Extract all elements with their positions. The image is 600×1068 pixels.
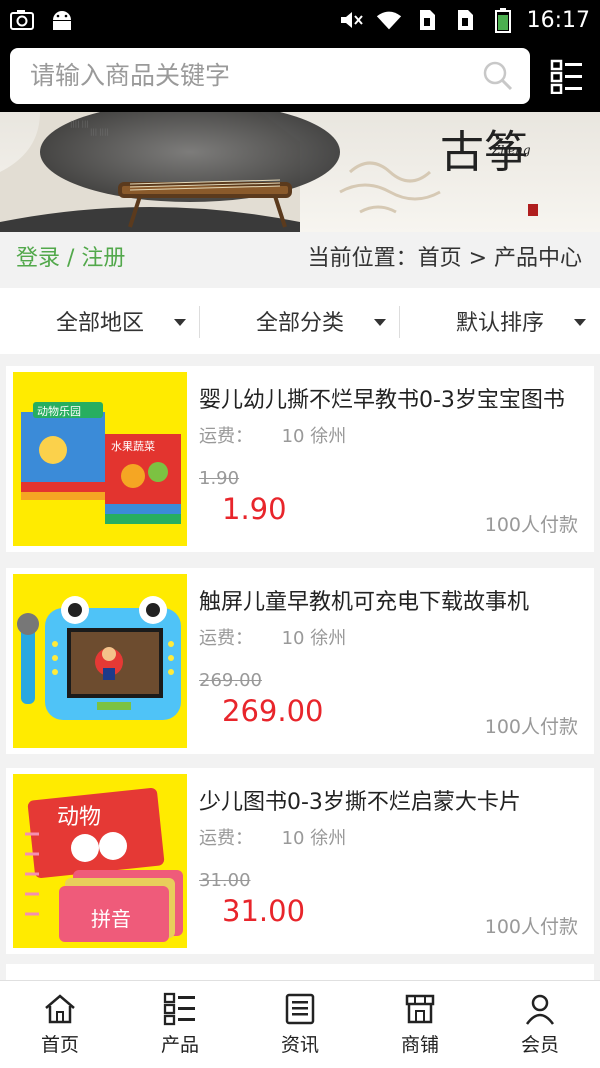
tab-member-label: 会员 bbox=[520, 1034, 559, 1056]
hero-banner[interactable]: |||| ||| ||| |||| 古筝 Zheng bbox=[0, 112, 600, 232]
tab-products[interactable]: 产品 bbox=[120, 981, 240, 1068]
chevron-down-icon bbox=[174, 319, 186, 326]
filter-region-label: 全部地区 bbox=[55, 311, 144, 336]
battery-icon bbox=[489, 6, 517, 34]
search-box[interactable]: 请输入商品关键字 bbox=[10, 48, 530, 104]
sold-count: 100人付款 bbox=[484, 716, 578, 738]
status-bar: 16:17 bbox=[0, 0, 600, 42]
price: 269.00 bbox=[222, 694, 324, 728]
shipping-info: 运费： 10 徐州 bbox=[199, 824, 346, 850]
filter-bar: 全部地区 全部分类 默认排序 bbox=[0, 288, 600, 354]
product-image[interactable]: 动物 拼音 bbox=[13, 774, 187, 948]
sold-count: 100人付款 bbox=[484, 514, 578, 536]
shipping-info: 运费： 10 徐州 bbox=[199, 422, 346, 448]
product-card[interactable]: 触屏儿童早教机可充电下载故事机 运费： 10 徐州 269.00 269.00 … bbox=[6, 568, 594, 754]
product-image-text: 动物乐园 bbox=[37, 404, 81, 418]
city: 徐州 bbox=[310, 426, 347, 447]
chevron-down-icon bbox=[574, 319, 586, 326]
search-icon[interactable] bbox=[482, 60, 514, 92]
breadcrumb-bar: 登录 / 注册 当前位置：首页 > 产品中心 bbox=[0, 232, 600, 288]
tab-member[interactable]: 会员 bbox=[480, 981, 600, 1068]
tab-news[interactable]: 资讯 bbox=[240, 981, 360, 1068]
filter-sort-label: 默认排序 bbox=[455, 311, 544, 336]
filter-sort[interactable]: 默认排序 bbox=[400, 288, 600, 354]
mute-icon bbox=[337, 6, 365, 34]
tab-home[interactable]: 首页 bbox=[0, 981, 120, 1068]
status-time: 16:17 bbox=[526, 7, 590, 33]
product-image[interactable] bbox=[13, 574, 187, 748]
shipping-value: 10 bbox=[281, 426, 305, 447]
product-image[interactable]: 动物乐园 水果蔬菜 bbox=[13, 372, 187, 546]
price: 1.90 bbox=[222, 492, 287, 526]
shop-icon bbox=[405, 994, 435, 1024]
shipping-value: 10 bbox=[281, 628, 305, 649]
original-price: 269.00 bbox=[199, 670, 262, 691]
tab-shop[interactable]: 商铺 bbox=[360, 981, 480, 1068]
shipping-label: 运费： bbox=[199, 426, 253, 447]
city: 徐州 bbox=[310, 628, 347, 649]
chevron-down-icon bbox=[374, 319, 386, 326]
sim1-icon bbox=[413, 6, 441, 34]
sold-count: 100人付款 bbox=[484, 916, 578, 938]
product-title[interactable]: 触屏儿童早教机可充电下载故事机 bbox=[199, 584, 579, 616]
member-icon bbox=[525, 994, 555, 1025]
search-placeholder[interactable]: 请输入商品关键字 bbox=[30, 48, 230, 104]
login-register-link[interactable]: 登录 / 注册 bbox=[16, 232, 125, 286]
tab-shop-label: 商铺 bbox=[400, 1034, 439, 1056]
filter-region[interactable]: 全部地区 bbox=[0, 288, 200, 354]
svg-text:||| ||||: ||| |||| bbox=[90, 128, 109, 136]
product-title[interactable]: 婴儿幼儿撕不烂早教书0-3岁宝宝图书 bbox=[199, 382, 579, 414]
filter-category[interactable]: 全部分类 bbox=[200, 288, 400, 354]
sim2-icon bbox=[451, 6, 479, 34]
shipping-label: 运费： bbox=[199, 628, 253, 649]
product-image-text: 拼音 bbox=[91, 907, 131, 931]
top-header: 请输入商品关键字 bbox=[0, 42, 600, 112]
product-image-text: 水果蔬菜 bbox=[111, 440, 155, 453]
breadcrumb: 当前位置：首页 > 产品中心 bbox=[307, 246, 582, 271]
product-title[interactable]: 少儿图书0-3岁撕不烂启蒙大卡片 bbox=[199, 784, 579, 816]
android-icon bbox=[48, 6, 76, 34]
shipping-value: 10 bbox=[281, 828, 305, 849]
home-icon bbox=[45, 994, 75, 1024]
price: 31.00 bbox=[222, 894, 306, 928]
category-menu-icon[interactable] bbox=[550, 58, 584, 95]
wifi-icon bbox=[375, 6, 403, 34]
tab-news-label: 资讯 bbox=[280, 1034, 319, 1056]
shipping-label: 运费： bbox=[199, 828, 253, 849]
city: 徐州 bbox=[310, 828, 347, 849]
original-price: 1.90 bbox=[199, 468, 240, 489]
camera-icon bbox=[8, 6, 36, 34]
filter-category-label: 全部分类 bbox=[255, 311, 344, 336]
tab-home-label: 首页 bbox=[40, 1034, 79, 1056]
product-list-icon bbox=[163, 992, 195, 1026]
product-image-text: 动物 bbox=[57, 805, 101, 830]
product-card[interactable]: 动物乐园 水果蔬菜 婴儿幼儿撕不烂早教书0-3岁宝宝图书 运费： 10 徐州 1… bbox=[6, 366, 594, 552]
banner-latin: Zheng bbox=[491, 143, 531, 157]
tab-products-label: 产品 bbox=[160, 1034, 199, 1056]
shipping-info: 运费： 10 徐州 bbox=[199, 624, 346, 650]
product-card[interactable]: 动物 拼音 少儿图书0-3岁撕不烂启蒙大卡片 运费： 10 徐州 31.00 3… bbox=[6, 768, 594, 954]
svg-text:|||| |||: |||| ||| bbox=[70, 120, 89, 128]
bottom-tab-bar: 首页 产品 资讯 商铺 会员 bbox=[0, 980, 600, 1068]
news-icon bbox=[285, 993, 315, 1025]
original-price: 31.00 bbox=[199, 870, 251, 891]
banner-illustration: |||| |||||| |||| 古筝 Zheng bbox=[0, 112, 600, 232]
